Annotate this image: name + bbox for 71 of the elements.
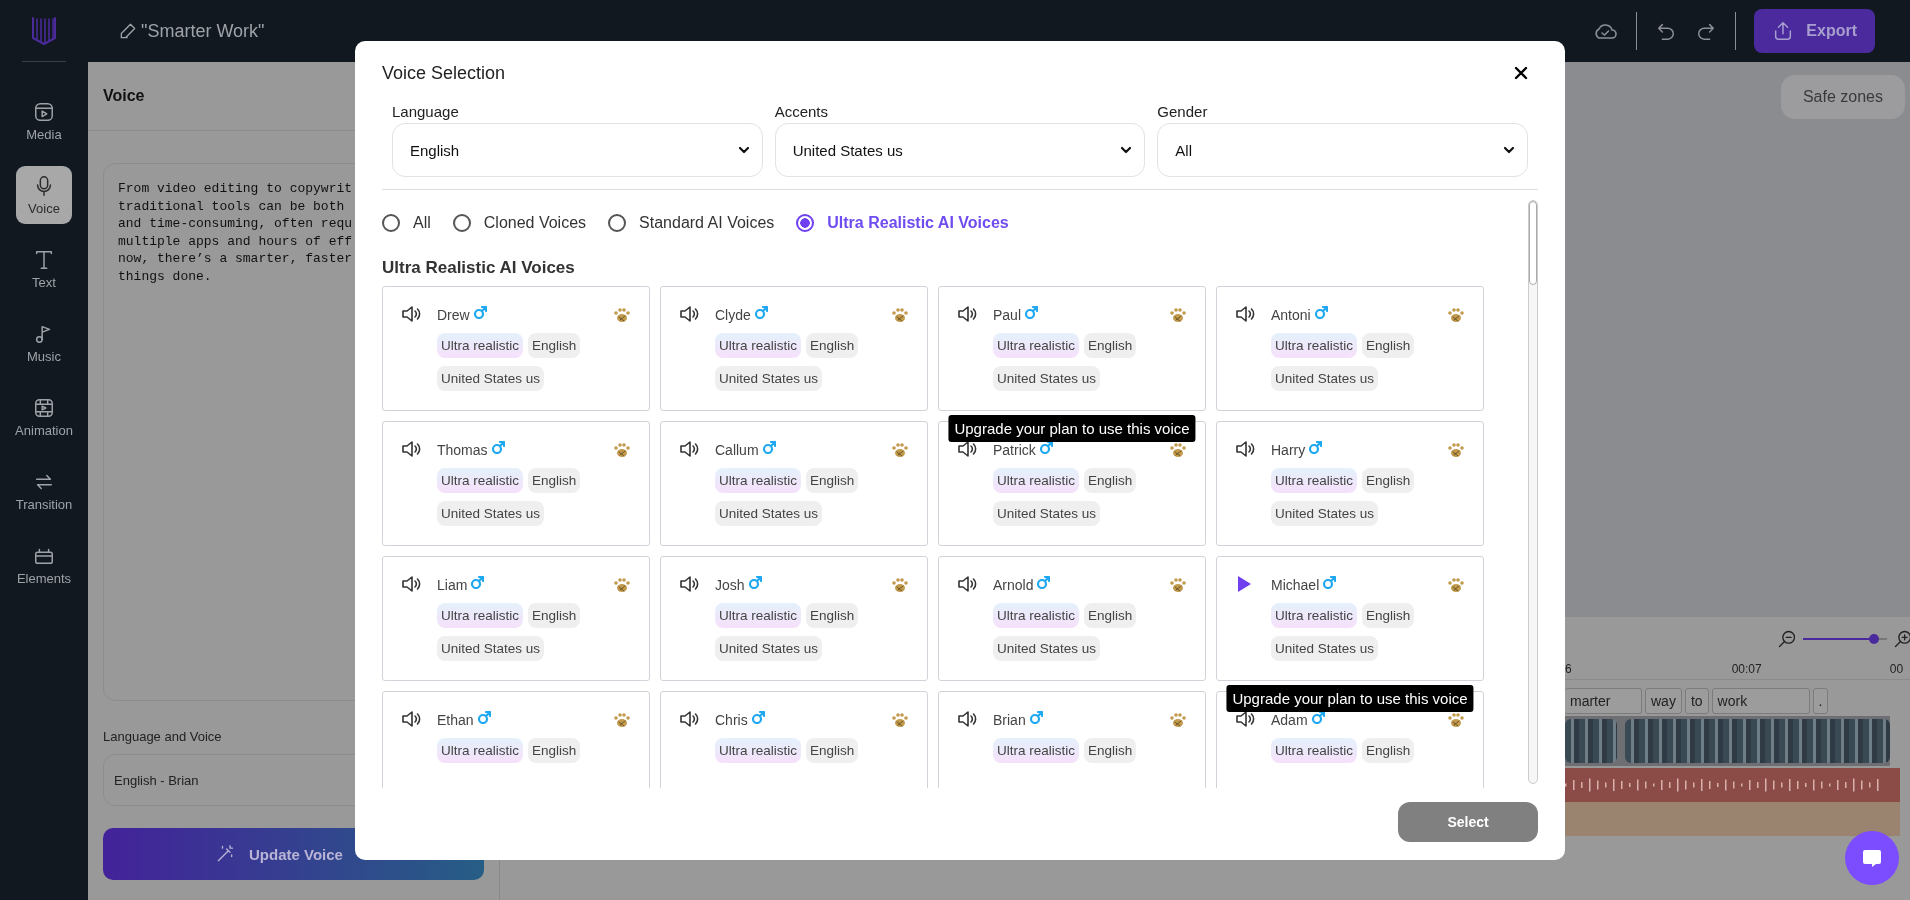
voice-name: Ethan (437, 712, 474, 728)
voice-tag: United States us (715, 501, 823, 526)
tooltip: Upgrade your plan to use this voice (1226, 685, 1474, 712)
voice-name: Drew (437, 307, 470, 323)
voice-name: Adam (1271, 712, 1308, 728)
voice-name: Josh (715, 577, 745, 593)
voice-tag: English (1084, 738, 1137, 763)
voice-tag: Ultra realistic (993, 333, 1079, 358)
voice-tag: Ultra realistic (993, 468, 1079, 493)
voice-tag: United States us (715, 366, 823, 391)
field-label: Gender (1157, 103, 1209, 120)
script-text: From video editing to copywrit traditional tools can be both and time-consuming, often requ multiple apps and hours of eff now, there’s a smarter, faster things done. (118, 180, 353, 285)
voice-tag: Ultra realistic (993, 738, 1079, 763)
voice-tag: United States us (1271, 366, 1379, 391)
voice-tag: United States us (1271, 501, 1379, 526)
voice-tag: Ultra realistic (715, 603, 801, 628)
voice-name: Arnold (993, 577, 1034, 593)
voice-tag: United States us (715, 636, 823, 661)
voice-tag: Ultra realistic (715, 738, 801, 763)
voice-tag: Ultra realistic (1271, 603, 1357, 628)
voice-tag: English (528, 468, 581, 493)
voice-name: Michael (1271, 577, 1320, 593)
voice-tag: Ultra realistic (1271, 468, 1357, 493)
field-label: Language (392, 103, 460, 120)
voice-tag: Ultra realistic (1271, 738, 1357, 763)
voice-tag: Ultra realistic (715, 468, 801, 493)
voice-name: Callum (715, 442, 759, 458)
voice-tag: English (1084, 333, 1137, 358)
voice-name: Paul (993, 307, 1022, 323)
dialog-title: Voice Selection (382, 62, 506, 84)
time-label: 6 (1565, 662, 1572, 676)
voice-tag: Ultra realistic (993, 603, 1079, 628)
panel-title: Voice (103, 87, 145, 105)
voice-tag: English (528, 603, 581, 628)
voice-name: Liam (437, 577, 468, 593)
voice-tag: English (1084, 603, 1137, 628)
voice-tag: Ultra realistic (715, 333, 801, 358)
tooltip: Upgrade your plan to use this voice (948, 415, 1196, 442)
field-label: Language and Voice (103, 729, 222, 744)
time-label: 00:07 (1731, 662, 1762, 676)
voice-tag: English (1362, 603, 1415, 628)
field-label: Accents (774, 103, 830, 120)
voice-tag: English (806, 603, 859, 628)
voice-name: Brian (993, 712, 1026, 728)
voice-name: Clyde (715, 307, 751, 323)
voice-tag: Ultra realistic (1271, 333, 1357, 358)
voice-tag: United States us (437, 636, 545, 661)
voice-tag: English (1084, 468, 1137, 493)
voice-tag: English (806, 333, 859, 358)
voice-tag: Ultra realistic (437, 333, 523, 358)
voice-tag: English (1362, 738, 1415, 763)
voice-tag: United States us (437, 501, 545, 526)
voice-name: Chris (715, 712, 748, 728)
voice-tag: United States us (993, 501, 1101, 526)
time-label: 00 (1889, 662, 1904, 676)
voice-name: Harry (1271, 442, 1306, 458)
voice-name: Patrick (993, 442, 1036, 458)
voice-tag: United States us (993, 366, 1101, 391)
voice-tag: English (528, 738, 581, 763)
voice-tag: English (806, 468, 859, 493)
voice-tag: United States us (437, 366, 545, 391)
voice-tag: United States us (1271, 636, 1379, 661)
voice-tag: United States us (993, 636, 1101, 661)
voice-tag: English (1362, 468, 1415, 493)
voice-name: Antoni (1271, 307, 1311, 323)
voice-tag: English (528, 333, 581, 358)
voice-tag: English (806, 738, 859, 763)
voice-tag: Ultra realistic (437, 468, 523, 493)
voice-tag: Ultra realistic (437, 603, 523, 628)
voice-tag: Ultra realistic (437, 738, 523, 763)
voice-tag: English (1362, 333, 1415, 358)
